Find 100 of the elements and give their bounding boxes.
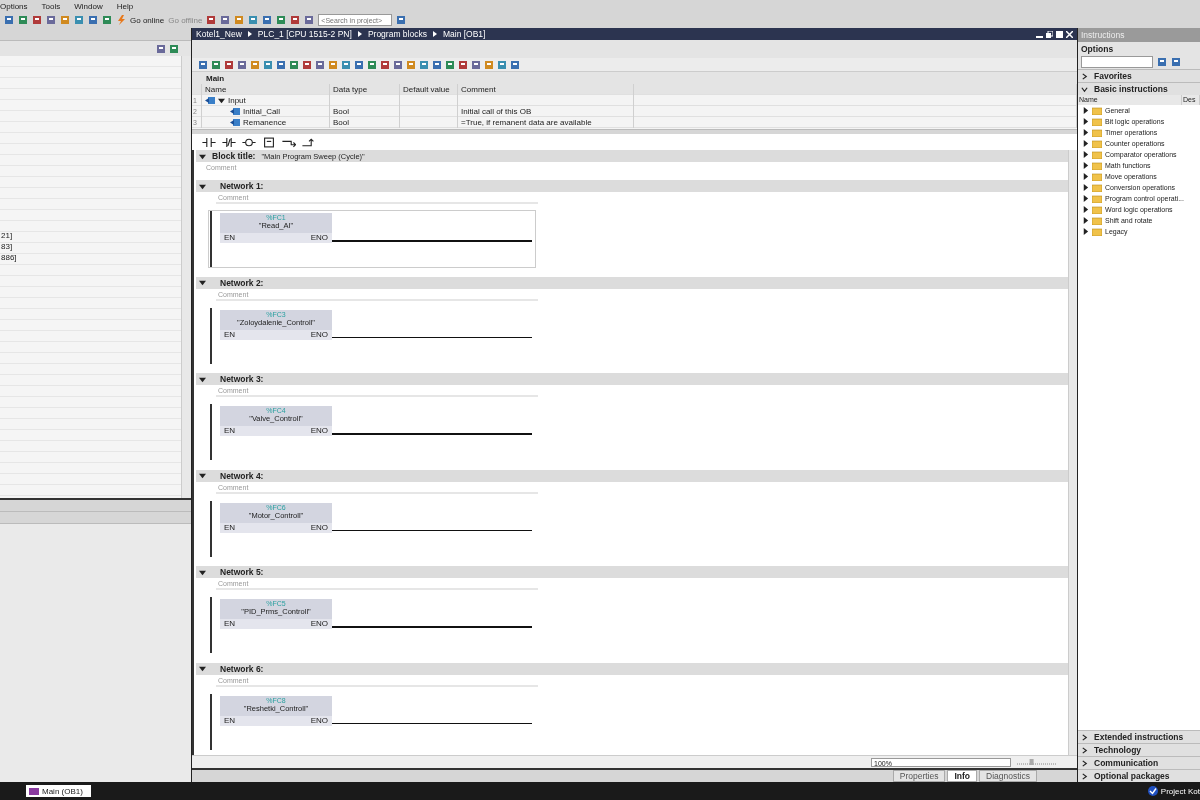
section-header[interactable]: Optional packages xyxy=(1078,769,1200,782)
contact-icon[interactable] xyxy=(202,136,216,148)
taskbar-tab[interactable]: Main (OB1) xyxy=(26,785,91,797)
instruction-search-field[interactable] xyxy=(1081,56,1153,68)
negated-contact-icon[interactable] xyxy=(222,136,236,148)
toolbar-icon[interactable] xyxy=(367,59,377,70)
collapse-icon[interactable] xyxy=(199,279,206,286)
toolbar-icon[interactable] xyxy=(248,15,259,25)
toolbar-icon[interactable] xyxy=(4,15,14,25)
menu-item[interactable]: Window xyxy=(74,1,103,11)
toolbar-icon[interactable] xyxy=(224,59,234,70)
toolbar-icon[interactable] xyxy=(156,43,166,54)
menu-item[interactable]: Options xyxy=(0,1,28,11)
toolbar-icon[interactable] xyxy=(18,15,28,25)
slider-thumb[interactable] xyxy=(1029,759,1034,765)
toolbar-icon[interactable] xyxy=(458,59,468,70)
toolbar-icon[interactable] xyxy=(263,59,273,70)
breadcrumb-item[interactable]: Main [OB1] xyxy=(442,27,486,41)
toolbar-icon[interactable] xyxy=(406,59,416,70)
toolbar-icon[interactable] xyxy=(237,59,247,70)
scrollbar[interactable] xyxy=(1068,150,1077,755)
toolbar-icon[interactable] xyxy=(1157,57,1167,67)
column-header[interactable]: Name xyxy=(202,84,330,95)
collapse-icon[interactable] xyxy=(199,152,206,160)
column-header[interactable]: Data type xyxy=(330,84,400,95)
toolbar-icon[interactable] xyxy=(328,59,338,70)
toolbar-icon[interactable] xyxy=(393,59,403,70)
menu-item[interactable]: Help xyxy=(116,1,134,11)
toolbar-icon[interactable] xyxy=(290,15,301,25)
chevron-right-icon[interactable] xyxy=(1081,772,1088,780)
toolbar-icon[interactable] xyxy=(445,59,455,70)
tree-item[interactable]: 886] xyxy=(0,252,181,263)
panel-tab[interactable]: Properties xyxy=(892,770,946,782)
panel-tab[interactable]: Diagnostics xyxy=(979,770,1037,782)
close-icon[interactable] xyxy=(1066,30,1073,38)
chevron-right-icon[interactable] xyxy=(1081,72,1088,80)
breadcrumb-item[interactable]: Program blocks xyxy=(367,27,427,41)
toolbar-icon[interactable] xyxy=(276,15,287,25)
chevron-right-icon[interactable] xyxy=(1081,733,1088,741)
go-online-button[interactable]: Go online xyxy=(130,15,165,25)
breadcrumb-item[interactable]: PLC_1 [CPU 1515-2 PN] xyxy=(257,27,352,41)
column-header[interactable]: Default value xyxy=(400,84,458,95)
toolbar-icon[interactable] xyxy=(206,15,217,25)
toolbar-icon[interactable] xyxy=(315,59,325,70)
toolbar-icon[interactable] xyxy=(432,59,442,70)
panel-tab[interactable]: Info xyxy=(947,770,978,782)
collapse-icon[interactable] xyxy=(199,182,206,190)
toolbar-icon[interactable] xyxy=(198,59,208,70)
close-branch-icon[interactable] xyxy=(302,136,316,148)
toolbar-icon[interactable] xyxy=(419,59,429,70)
toolbar-icon[interactable] xyxy=(74,15,84,25)
toolbar-icon[interactable] xyxy=(289,59,299,70)
collapse-icon[interactable] xyxy=(199,568,206,576)
collapse-icon[interactable] xyxy=(199,375,206,383)
section-header[interactable]: Favorites xyxy=(1078,69,1200,82)
empty-box-icon[interactable] xyxy=(262,136,276,148)
toolbar-icon[interactable] xyxy=(46,15,56,25)
coil-icon[interactable] xyxy=(242,136,256,148)
toolbar-icon[interactable] xyxy=(211,59,221,70)
toolbar-icon[interactable] xyxy=(304,15,315,25)
toolbar-icon[interactable] xyxy=(341,59,351,70)
toolbar-icon[interactable] xyxy=(471,59,481,70)
chevron-right-icon[interactable] xyxy=(1081,759,1088,767)
pin-label: ENO xyxy=(310,619,328,629)
collapse-icon[interactable] xyxy=(199,665,206,672)
toolbar-icon[interactable] xyxy=(276,59,286,70)
toolbar-icon[interactable] xyxy=(510,59,520,70)
scrollbar[interactable] xyxy=(181,56,191,498)
toolbar-icon[interactable] xyxy=(60,15,70,25)
menu-item[interactable]: Tools xyxy=(41,1,61,11)
toolbar-icon[interactable] xyxy=(1171,57,1181,67)
section-header[interactable]: Basic instructions xyxy=(1078,82,1200,95)
column-header[interactable]: Comment xyxy=(458,84,634,95)
chevron-down-icon[interactable] xyxy=(1081,85,1088,93)
zoom-slider[interactable] xyxy=(1017,758,1057,766)
toolbar-icon[interactable] xyxy=(250,59,260,70)
toolbar-icon[interactable] xyxy=(220,15,231,25)
toolbar-icon[interactable] xyxy=(484,59,494,70)
section-header[interactable]: Communication xyxy=(1078,756,1200,769)
toolbar-icon[interactable] xyxy=(380,59,390,70)
restore-icon[interactable] xyxy=(1046,30,1053,38)
toolbar-icon[interactable] xyxy=(32,15,42,25)
tree-item[interactable]: 21] xyxy=(0,230,181,241)
breadcrumb-item[interactable]: Kotel1_New xyxy=(196,27,242,41)
toolbar-icon[interactable] xyxy=(88,15,98,25)
section-header[interactable]: Extended instructions xyxy=(1078,730,1200,743)
toolbar-icon[interactable] xyxy=(497,59,507,70)
toolbar-icon[interactable] xyxy=(262,15,273,25)
toolbar-icon[interactable] xyxy=(102,15,112,25)
section-header[interactable]: Technology xyxy=(1078,743,1200,756)
toolbar-icon[interactable] xyxy=(169,43,179,54)
chevron-right-icon[interactable] xyxy=(1081,746,1088,754)
tree-item[interactable]: 83] xyxy=(0,241,181,252)
collapse-icon[interactable] xyxy=(218,97,225,104)
toolbar-icon[interactable] xyxy=(302,59,312,70)
collapse-icon[interactable] xyxy=(199,472,206,479)
maximize-icon[interactable] xyxy=(1056,30,1063,38)
toolbar-icon[interactable] xyxy=(234,15,245,25)
toolbar-icon[interactable] xyxy=(396,15,407,25)
toolbar-icon[interactable] xyxy=(354,59,364,70)
